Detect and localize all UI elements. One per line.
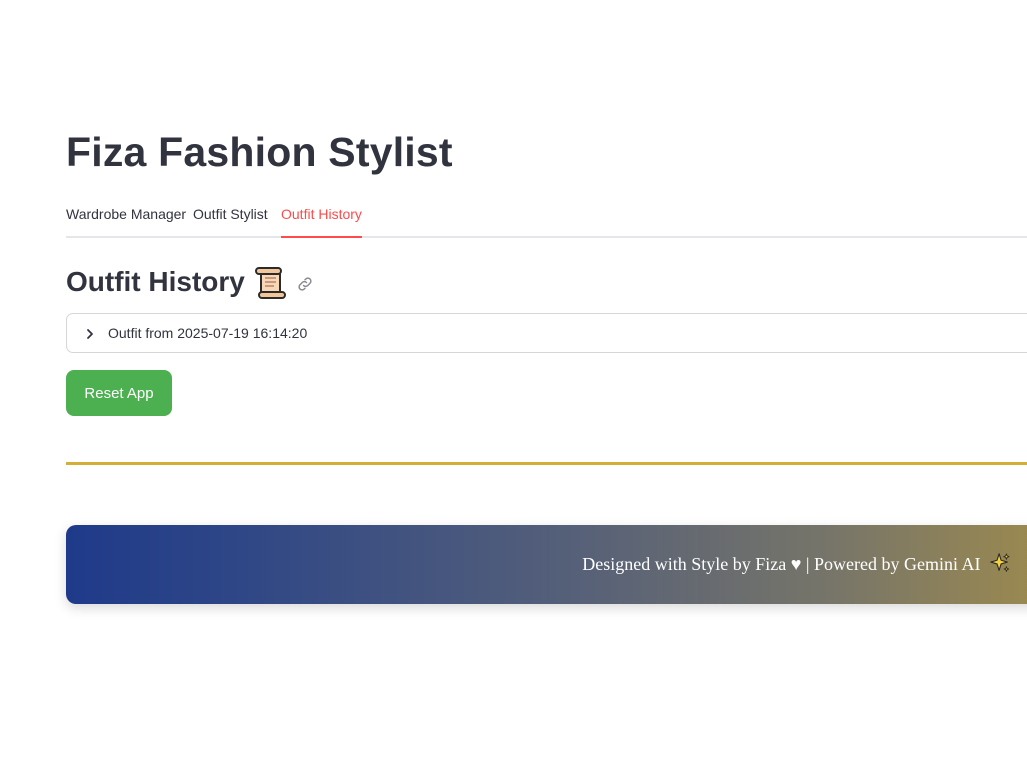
reset-app-button[interactable]: Reset App [66,370,172,416]
app-title: Fiza Fashion Stylist [66,129,453,175]
footer-banner: Designed with Style by Fiza ♥ | Powered … [66,525,1027,604]
app-page: Fiza Fashion Stylist Wardrobe Manager Ou… [0,0,1027,760]
tab-outfit-stylist[interactable]: Outfit Stylist [193,196,268,236]
footer-text: Designed with Style by Fiza ♥ | Powered … [582,554,981,574]
history-item-label: Outfit from 2025-07-19 16:14:20 [108,325,308,341]
tab-bar: Wardrobe Manager Outfit Stylist Outfit H… [66,196,1027,238]
section-heading-text: Outfit History [66,266,245,297]
footer-text-wrap: Designed with Style by Fiza ♥ | Powered … [582,525,1011,604]
scroll-icon [254,265,286,299]
history-item[interactable]: Outfit from 2025-07-19 16:14:20 [66,313,1027,353]
section-heading: Outfit History [66,262,314,302]
divider [66,462,1027,465]
link-icon[interactable] [296,275,314,293]
tab-wardrobe-manager[interactable]: Wardrobe Manager [66,196,186,236]
sparkle-icon [989,529,1011,572]
tab-outfit-history[interactable]: Outfit History [281,196,362,238]
chevron-right-icon [84,327,96,339]
